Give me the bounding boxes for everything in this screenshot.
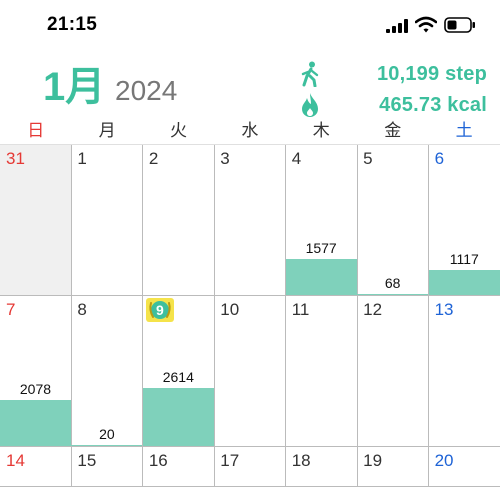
day-number: 3 xyxy=(220,149,230,168)
day-number: 14 xyxy=(6,451,25,470)
monthly-kcal-value: 465.73 kcal xyxy=(379,94,487,116)
year-label: 2024 xyxy=(115,75,178,106)
status-time: 21:15 xyxy=(47,14,98,35)
step-bar xyxy=(71,444,143,446)
calendar-day-cell[interactable]: 16 xyxy=(142,447,215,487)
calendar-day-cell[interactable]: 15 xyxy=(71,447,144,487)
monthly-kcal-summary: 465.73 kcal xyxy=(297,92,487,120)
day-number: 5 xyxy=(363,149,373,168)
day-number: 13 xyxy=(434,300,454,319)
step-count-label: 68 xyxy=(384,274,401,291)
calendar-day-cell[interactable]: 2614 9 xyxy=(142,296,215,447)
today-laurel-badge: 9 xyxy=(145,298,174,322)
monthly-steps-value: 10,199 step xyxy=(376,63,487,85)
calendar-day-cell[interactable]: 17 xyxy=(214,447,287,487)
calendar-day-cell[interactable]: 3 xyxy=(214,145,287,296)
day-number: 12 xyxy=(363,300,383,319)
day-number: 6 xyxy=(434,149,445,168)
month-title[interactable]: 1月 xyxy=(43,63,105,111)
calendar-day-cell[interactable]: 1577 4 xyxy=(285,145,358,296)
walking-person-icon xyxy=(301,61,319,87)
cellular-signal-icon xyxy=(386,19,408,33)
day-number: 18 xyxy=(291,451,311,470)
day-number: 31 xyxy=(6,149,25,168)
day-number: 8 xyxy=(77,300,87,319)
battery-icon xyxy=(444,17,475,33)
weekday-mon: 月 xyxy=(98,121,116,140)
day-number-today: 9 xyxy=(155,302,164,318)
calendar-day-cell[interactable]: 2 xyxy=(142,145,215,296)
day-number: 1 xyxy=(77,149,87,168)
weekday-wed: 水 xyxy=(241,121,259,140)
calendar-day-cell[interactable]: 31 xyxy=(0,145,72,296)
weekday-sat: 土 xyxy=(455,121,473,140)
step-count-label: 20 xyxy=(99,425,115,442)
weekday-fri: 金 xyxy=(384,121,402,140)
weekday-tue: 火 xyxy=(169,121,187,140)
calendar-day-cell[interactable]: 1 xyxy=(71,145,144,296)
day-number: 7 xyxy=(6,300,16,319)
day-number: 15 xyxy=(77,451,97,470)
step-bar xyxy=(142,387,214,446)
calendar-header: 1月 2024 10,199 step 465.73 kcal xyxy=(0,55,500,120)
step-count-label: 1577 xyxy=(305,240,337,256)
calendar-day-cell[interactable]: 2078 7 xyxy=(0,296,72,447)
step-bar xyxy=(285,259,357,295)
calendar-day-cell[interactable]: 19 xyxy=(357,447,430,487)
calendar-day-cell[interactable]: 14 xyxy=(0,447,72,487)
monthly-steps-summary: 10,199 step xyxy=(297,61,487,89)
calendar-day-cell[interactable]: 13 xyxy=(428,296,500,447)
step-count-label: 2614 xyxy=(162,368,194,385)
calendar-day-cell[interactable]: 10 xyxy=(214,296,287,447)
day-number: 17 xyxy=(220,451,240,470)
weekday-header: 日 月 火 水 木 金 土 xyxy=(0,120,500,145)
day-number: 19 xyxy=(363,451,383,470)
day-number: 10 xyxy=(220,300,240,319)
calendar-day-cell[interactable]: 18 xyxy=(285,447,358,487)
day-number: 16 xyxy=(148,451,168,470)
step-count-label: 1117 xyxy=(449,250,479,267)
step-count-label: 2078 xyxy=(19,380,52,397)
calendar-day-cell[interactable]: 1117 6 xyxy=(428,145,500,296)
weekday-thu: 木 xyxy=(312,121,330,140)
day-number: 20 xyxy=(434,451,454,470)
step-bar xyxy=(357,293,429,295)
status-bar: 21:15 xyxy=(0,0,500,50)
day-number: 11 xyxy=(291,300,310,319)
step-bar xyxy=(428,269,500,295)
step-bar xyxy=(0,399,71,446)
calendar-day-cell[interactable]: 20 xyxy=(428,447,500,487)
calendar-day-cell[interactable]: 12 xyxy=(357,296,430,447)
flame-icon xyxy=(302,93,318,117)
weekday-sun: 日 xyxy=(27,121,45,140)
calendar-day-cell[interactable]: 68 5 xyxy=(357,145,430,296)
calendar-grid: 31 1 2 3 1577 4 68 5 1117 6 2078 7 20 8 2614 9 10 11 12 13 1… xyxy=(0,145,500,487)
calendar-day-cell[interactable]: 11 xyxy=(285,296,358,447)
day-number: 4 xyxy=(291,149,302,168)
day-number: 2 xyxy=(148,149,159,168)
calendar-day-cell[interactable]: 20 8 xyxy=(71,296,144,447)
wifi-icon xyxy=(415,16,437,33)
